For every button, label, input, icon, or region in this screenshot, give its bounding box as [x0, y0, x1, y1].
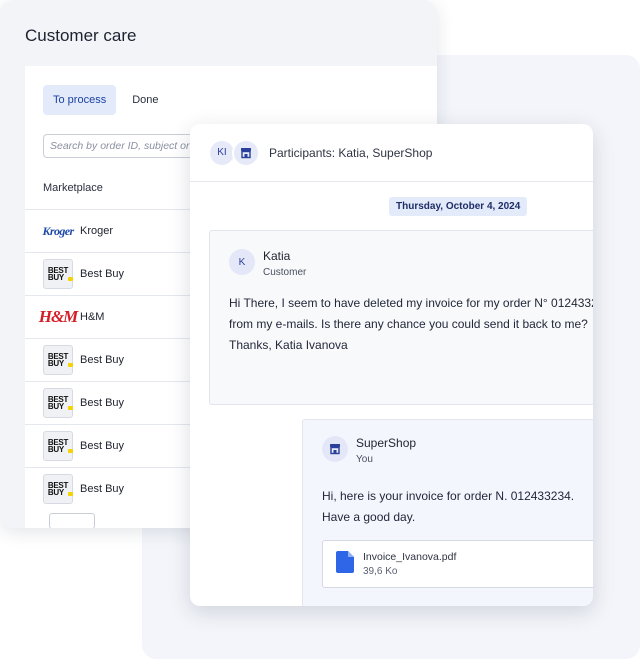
sender-name: Katia [263, 249, 291, 263]
bestbuy-logo: BEST BUY [43, 345, 74, 375]
outgoing-message: SuperShop You Hi, here is your invoice f… [302, 419, 593, 606]
bestbuy-logo: BEST BUY [43, 431, 74, 461]
file-icon [336, 550, 354, 578]
date-separator: Thursday, October 4, 2024 [389, 197, 528, 216]
message-body: Hi, here is your invoice for order N. 01… [322, 489, 575, 524]
attachment-file[interactable]: Invoice_Ivanova.pdf 39,6 Ko [322, 540, 593, 588]
tab-done[interactable]: Done [122, 85, 168, 115]
sender-role: Customer [263, 267, 307, 278]
sender-role: You [356, 454, 373, 465]
participants-label: Participants: Katia, SuperShop [269, 145, 433, 160]
conversation-header: KI Participants: Katia, SuperShop [190, 124, 593, 182]
avatar: K [229, 249, 255, 275]
marketplace-name: Best Buy [80, 354, 125, 366]
bestbuy-logo: BEST BUY [43, 259, 74, 289]
marketplace-name: H&M [80, 311, 105, 323]
conversation-panel: KI Participants: Katia, SuperShop Thursd… [190, 124, 593, 606]
message-body: Hi There, I seem to have deleted my invo… [229, 296, 593, 352]
kroger-logo: Kroger [42, 223, 74, 238]
message-sender: SuperShop You [322, 436, 416, 465]
sender-name: SuperShop [356, 436, 417, 450]
attachment-filename: Invoice_Ivanova.pdf [363, 551, 457, 563]
page-title: Customer care [25, 26, 137, 45]
marketplace-name: Best Buy [80, 440, 125, 452]
bestbuy-logo: BEST BUY [43, 474, 74, 504]
page-size-select[interactable] [49, 513, 95, 528]
status-tabs: To process Done [43, 85, 169, 115]
avatar: KI [210, 140, 234, 165]
column-header-marketplace[interactable]: Marketplace [43, 182, 103, 194]
hm-logo: H&M [38, 307, 79, 326]
marketplace-name: Best Buy [80, 397, 125, 409]
shop-icon [322, 436, 348, 462]
marketplace-name: Best Buy [80, 483, 125, 495]
message-sender: K Katia Customer [229, 249, 306, 278]
shop-icon [232, 138, 260, 167]
marketplace-name: Best Buy [80, 268, 125, 280]
marketplace-name: Kroger [80, 225, 114, 237]
attachment-size: 39,6 Ko [363, 566, 398, 577]
bestbuy-logo: BEST BUY [43, 388, 74, 418]
tab-to-process[interactable]: To process [43, 85, 117, 115]
incoming-message: K Katia Customer Hi There, I seem to hav… [209, 230, 593, 405]
